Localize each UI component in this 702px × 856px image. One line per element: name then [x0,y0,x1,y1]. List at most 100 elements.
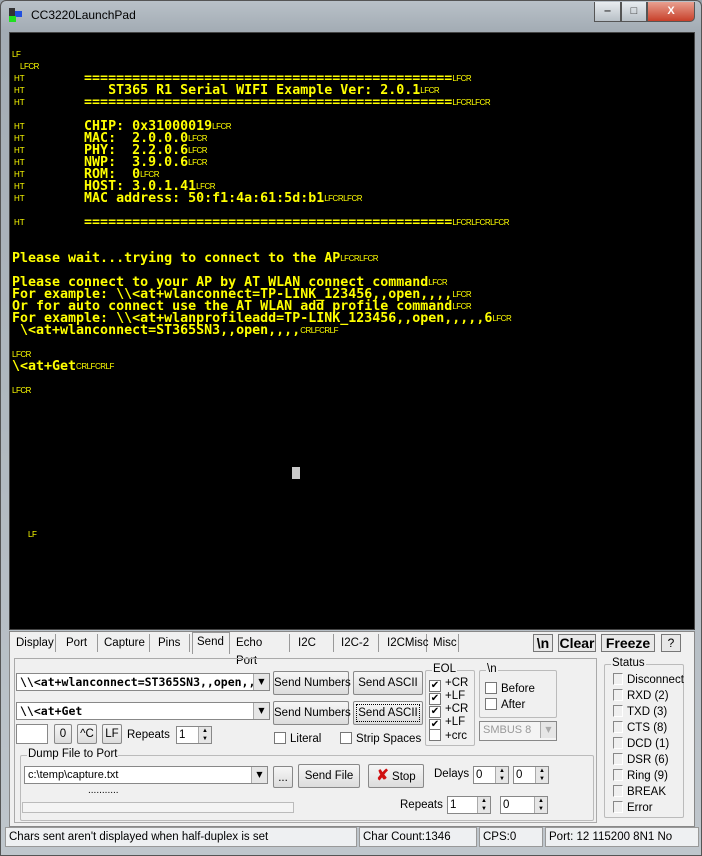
strip-spaces-checkbox[interactable]: Strip Spaces [340,732,421,746]
status-indicator: BREAK [613,785,666,798]
checkbox-icon [429,729,441,741]
spinner-arrows-icon[interactable]: ▲ ▼ [535,767,548,783]
indicator-led-icon [613,689,623,701]
status-indicator-label: Error [627,802,653,814]
status-message: Chars sent aren't displayed when half-du… [5,827,357,847]
clear-button[interactable]: Clear [558,634,596,652]
stop-button[interactable]: ✘ Stop [368,764,424,788]
text-cursor [292,467,300,479]
ht-control-mark: HT [14,98,25,107]
tab-pins[interactable]: Pins [154,634,190,652]
lf-button[interactable]: LF [102,724,122,744]
chevron-down-icon[interactable]: ▼ [540,722,556,738]
chevron-down-icon[interactable]: ▼ [253,703,269,719]
ht-control-mark: HT [14,218,25,227]
spinner-arrows-icon[interactable]: ▲ ▼ [477,797,490,813]
tab-display[interactable]: Display [12,634,56,652]
cps: CPS:0 [479,827,543,847]
tab-i2c-2[interactable]: I2C-2 [337,634,379,652]
tab-misc[interactable]: Misc [429,634,459,652]
tab-port[interactable]: Port [62,634,98,652]
zero-button[interactable]: 0 [54,724,72,744]
status-indicator: Error [613,801,653,814]
status-indicator-label: Disconnect [627,674,684,686]
send-input-2[interactable]: \\<at+Get ▼ [16,702,270,720]
send-file-button[interactable]: Send File [298,764,360,788]
indicator-led-icon [613,801,623,813]
help-button[interactable]: ? [661,634,681,652]
terminal-line-text: \<at+wlanconnect=ST365SN3,,open,,,, [12,323,301,338]
control-char-mark: LFCR [420,86,440,95]
eol-label: EOL [432,663,458,675]
tab-i2c[interactable]: I2C [294,634,334,652]
tab-echo-port[interactable]: Echo Port [232,634,290,667]
chevron-down-icon[interactable]: ▼ [253,674,269,690]
tab-capture[interactable]: Capture [100,634,150,652]
control-char-mark: LFCRLFCR [452,98,491,107]
spinner-arrows-icon[interactable]: ▲ ▼ [495,767,508,783]
checkbox-icon [485,698,497,710]
smbus-select[interactable]: SMBUS 8 ▼ [479,721,557,741]
indicator-led-icon [613,785,623,797]
send-numbers-button-2[interactable]: Send Numbers [273,701,351,725]
spinner-arrows-icon[interactable]: ▲ ▼ [198,727,211,743]
send-numbers-button-1[interactable]: Send Numbers [273,671,351,695]
delay-spinner-1[interactable]: 0 ▲ ▼ [473,766,509,784]
control-char-mark: LFCR [452,302,472,311]
send-input-1[interactable]: \\<at+wlanconnect=ST365SN3,,open,,,, ▼ [16,673,270,691]
checkbox-icon [340,732,352,744]
repeats-value: 1 [179,729,186,741]
terminal-line: \<at+wlanconnect=ST365SN3,,open,,,,CRLFC… [12,323,338,338]
tab-i2cmisc[interactable]: I2CMisc [383,634,429,652]
control-char-mark: LFCR [452,74,472,83]
after-checkbox[interactable]: After [485,698,525,712]
status-indicator-label: DSR (6) [627,754,669,766]
terminal-line-text: \<at+Get [12,359,77,374]
dump-repeats-spinner-1[interactable]: 1 ▲ ▼ [447,796,491,814]
dump-repeats-spinner-2[interactable]: 0 ▲ ▼ [500,796,548,814]
before-checkbox[interactable]: Before [485,682,535,696]
control-char-mark: LFCR [12,386,31,395]
status-indicator-label: DCD (1) [627,738,670,750]
chevron-down-icon[interactable]: ▼ [251,767,267,783]
repeats-spinner[interactable]: 1 ▲ ▼ [176,726,212,744]
minimize-button[interactable]: ‒ [594,2,621,22]
terminal-output[interactable]: LF LFCR HT ==============================… [9,32,695,630]
terminal-line-text: MAC address: 50:f1:4a:61:5d:b1 [12,191,325,206]
strip-spaces-label: Strip Spaces [356,733,422,745]
checkbox-icon [274,732,286,744]
status-indicator-label: TXD (3) [627,706,668,718]
send-ascii-button-1[interactable]: Send ASCII [353,671,423,695]
terminal-line-text [12,527,28,542]
control-panel: Display Port Capture Pins Send Echo Port I2C I2… [9,631,695,827]
terminal-line: LFCR [12,385,31,397]
browse-button[interactable]: ... [273,766,293,788]
close-button[interactable]: X [647,2,695,22]
control-char-mark: LFCRLFCR [340,254,379,263]
send-ascii-button-2[interactable]: Send ASCII [353,701,423,725]
dump-file-input[interactable]: c:\temp\capture.txt ▼ [24,766,268,784]
status-indicator: Disconnect [613,673,684,686]
maximize-button[interactable]: □ [621,2,647,22]
eol-checkbox[interactable]: +crc [429,729,467,743]
newline-button[interactable]: \n [533,634,553,652]
spinner-arrows-icon[interactable]: ▲ ▼ [534,797,547,813]
tab-send[interactable]: Send [192,632,230,654]
delay-spinner-2[interactable]: 0 ▲ ▼ [513,766,549,784]
literal-checkbox[interactable]: Literal [274,732,321,746]
stop-x-icon: ✘ [376,767,389,784]
control-char-mark: LFCR [188,158,208,167]
terminal-line-text: ========================================… [12,215,453,230]
app-window: CC3220LaunchPad ‒ □ X LF LFCR HT ========… [0,0,702,856]
terminal-line: LF [12,527,37,542]
control-char-mark: LFCR [492,314,512,323]
status-indicator-label: RXD (2) [627,690,669,702]
send-input-1-value: \\<at+wlanconnect=ST365SN3,,open,,,, [20,675,270,689]
freeze-button[interactable]: Freeze [601,634,655,652]
eol-option-label: +LF [445,716,466,728]
ctrl-c-button[interactable]: ^C [77,724,97,744]
status-indicator-label: Ring (9) [627,770,668,782]
repeats-label: Repeats [127,729,170,741]
status-group-label: Status [611,657,646,669]
small-input[interactable] [16,724,48,744]
